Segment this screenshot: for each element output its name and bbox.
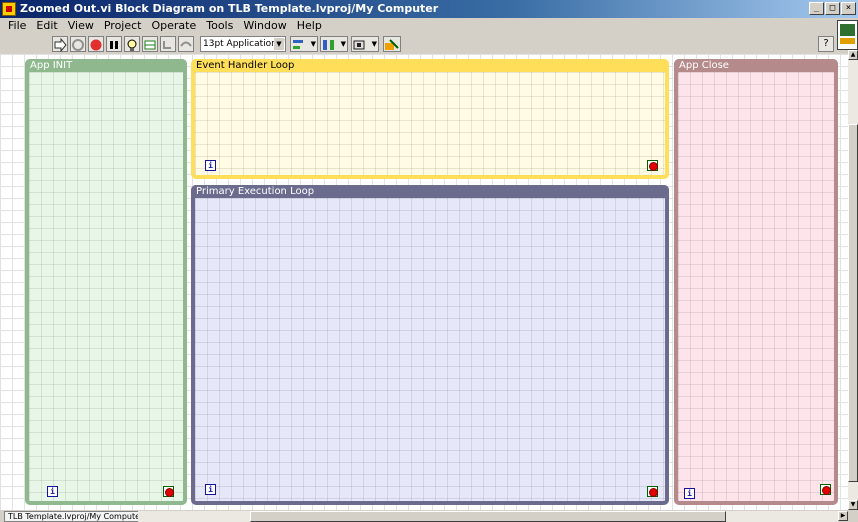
vertical-scrollbar[interactable]: ▲ ▼ (848, 50, 858, 510)
iteration-terminal[interactable]: i (47, 486, 58, 497)
primary-execution-loop-body (195, 198, 665, 501)
menu-window[interactable]: Window (238, 18, 291, 34)
chevron-down-icon: ▼ (274, 38, 284, 50)
highlight-execution-icon[interactable] (124, 36, 140, 52)
iteration-terminal[interactable]: i (205, 160, 216, 171)
stop-terminal-icon[interactable] (163, 486, 174, 497)
menu-tools[interactable]: Tools (201, 18, 238, 34)
window-title: Zoomed Out.vi Block Diagram on TLB Templ… (20, 2, 439, 15)
menu-operate[interactable]: Operate (146, 18, 201, 34)
menu-view[interactable]: View (63, 18, 99, 34)
vi-icon[interactable] (837, 20, 858, 50)
vertical-scroll-thumb[interactable] (848, 124, 858, 482)
menu-help[interactable]: Help (292, 18, 327, 34)
menu-edit[interactable]: Edit (31, 18, 62, 34)
primary-execution-loop[interactable]: Primary Execution Loop i (191, 185, 669, 505)
event-handler-loop-body (195, 72, 665, 175)
run-continuously-icon[interactable] (70, 36, 86, 52)
app-init-loop[interactable]: App INIT i (25, 59, 187, 505)
app-close-loop-label: App Close (674, 59, 838, 72)
app-init-loop-body (29, 72, 183, 501)
context-help-button[interactable]: ? (818, 36, 834, 52)
app-close-loop[interactable]: App Close i (674, 59, 838, 505)
horizontal-scrollbar[interactable] (138, 511, 838, 522)
project-path-label: TLB Template.lvproj/My Computer (8, 512, 144, 521)
clean-up-diagram-icon[interactable] (383, 36, 401, 52)
maximize-button[interactable]: □ (825, 2, 840, 15)
close-button[interactable]: × (841, 2, 856, 15)
iteration-terminal[interactable]: i (205, 484, 216, 495)
title-bar: Zoomed Out.vi Block Diagram on TLB Templ… (0, 0, 858, 18)
chevron-down-icon: ▼ (340, 40, 346, 48)
scroll-up-icon[interactable]: ▲ (848, 50, 858, 60)
status-bar: TLB Template.lvproj/My Computer ◀ ▶ (0, 510, 858, 522)
font-select[interactable]: 13pt Application Font ▼ (200, 36, 286, 52)
menu-file[interactable]: File (3, 18, 31, 34)
step-over-icon[interactable] (178, 36, 194, 52)
toolbar: 13pt Application Font ▼ ▼ ▼ ▼ ? (0, 34, 858, 54)
step-into-icon[interactable] (160, 36, 176, 52)
minimize-button[interactable]: _ (809, 2, 824, 15)
retain-wire-values-icon[interactable] (142, 36, 158, 52)
chevron-down-icon: ▼ (371, 40, 377, 48)
reorder-dropdown[interactable]: ▼ (351, 36, 379, 52)
scroll-down-icon[interactable]: ▼ (848, 500, 858, 510)
stop-terminal-icon[interactable] (820, 484, 831, 495)
align-objects-dropdown[interactable]: ▼ (290, 36, 318, 52)
labview-icon (2, 2, 16, 16)
pause-icon[interactable] (106, 36, 122, 52)
chevron-down-icon: ▼ (310, 40, 316, 48)
block-diagram[interactable]: App INIT i Event Handler Loop i Primary … (0, 54, 848, 510)
event-handler-loop[interactable]: Event Handler Loop i (191, 59, 669, 179)
scroll-right-icon[interactable]: ▶ (838, 511, 848, 521)
project-path-indicator[interactable]: TLB Template.lvproj/My Computer ◀ (4, 511, 157, 522)
run-arrow-icon[interactable] (52, 36, 68, 53)
app-close-loop-body (678, 72, 834, 501)
primary-execution-loop-label: Primary Execution Loop (191, 185, 669, 198)
app-init-loop-label: App INIT (25, 59, 187, 72)
menu-project[interactable]: Project (99, 18, 147, 34)
event-handler-loop-label: Event Handler Loop (191, 59, 669, 72)
menu-bar: File Edit View Project Operate Tools Win… (0, 18, 327, 34)
stop-terminal-icon[interactable] (647, 486, 658, 497)
stop-terminal-icon[interactable] (647, 160, 658, 171)
distribute-objects-dropdown[interactable]: ▼ (320, 36, 348, 52)
iteration-terminal[interactable]: i (684, 488, 695, 499)
abort-execution-icon[interactable] (88, 36, 104, 52)
horizontal-scroll-thumb[interactable] (250, 511, 726, 522)
